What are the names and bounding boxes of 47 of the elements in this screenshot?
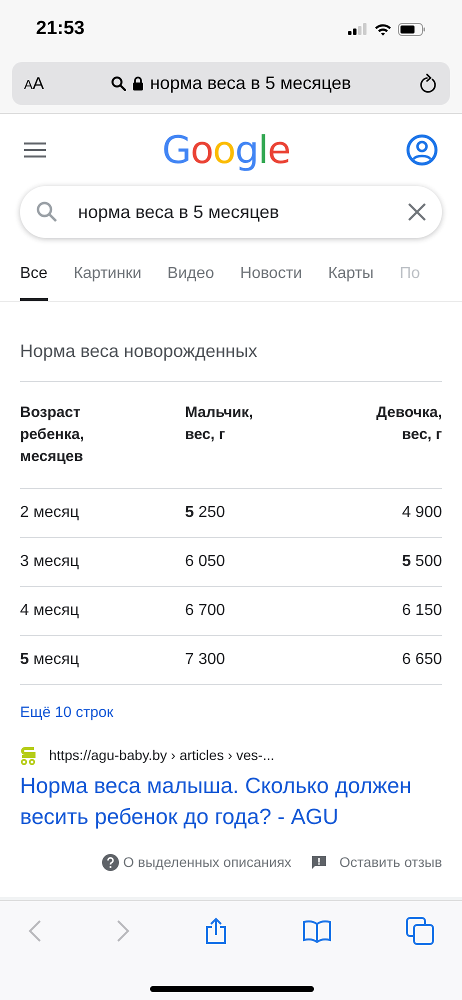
feedback-link[interactable]: Оставить отзыв: [339, 852, 442, 873]
table-cell-text: 6 650: [402, 650, 442, 670]
table-cell-text: 5 250: [185, 503, 226, 523]
snippet-title: Норма веса новорожденных: [20, 314, 442, 382]
table-cell-text: 4 900: [402, 503, 442, 523]
table-cell-text: 6 150: [402, 601, 442, 621]
share-icon[interactable]: [204, 917, 228, 945]
tabs-icon[interactable]: [406, 917, 434, 945]
reload-icon[interactable]: [418, 72, 438, 94]
result-url: https://agu-baby.by › articles › ves-...: [49, 746, 274, 765]
tab[interactable]: Картинки: [74, 250, 142, 301]
table-cell-text: 7 300: [185, 650, 226, 670]
status-time: 21:53: [36, 16, 85, 41]
account-icon[interactable]: [406, 134, 438, 166]
battery-icon: [398, 22, 426, 36]
book-icon[interactable]: [302, 919, 332, 943]
table-cell-text: 5 месяц: [20, 650, 80, 670]
table-cell-text: 2 месяц: [20, 503, 80, 523]
signal-icon: [348, 23, 368, 35]
search-field[interactable]: норма веса в 5 месяцев: [20, 186, 442, 238]
column-header: Возраст ребенка, месяцев: [20, 382, 185, 489]
tab[interactable]: Карты: [328, 250, 374, 301]
table-cell-text: 4 месяц: [20, 601, 80, 621]
more-rows-link[interactable]: Ещё 10 строк: [20, 704, 114, 721]
search-icon: [110, 76, 126, 91]
column-header: Мальчик, вес, г: [185, 382, 312, 489]
text-size-button[interactable]: AA: [24, 70, 44, 96]
result-title-link[interactable]: Норма веса малыша. Сколько должен весить ребенок до года? - AGU: [20, 770, 442, 832]
google-logo: Google: [162, 126, 290, 174]
help-icon: [102, 854, 120, 871]
column-header: Девочка, вес, г: [312, 382, 442, 489]
featured-snippets-link[interactable]: О выделенных описаниях: [123, 852, 292, 873]
wifi-icon: [374, 22, 392, 36]
table-cell-text: 6 700: [185, 601, 226, 621]
lock-icon: [132, 76, 144, 91]
table-cell-text: 6 050: [185, 552, 226, 572]
address-text: норма веса в 5 месяцев: [150, 72, 352, 95]
feedback-icon: [311, 854, 328, 870]
table-cell-text: 5 500: [402, 552, 442, 572]
site-logo-icon: [20, 746, 37, 765]
tab[interactable]: Видео: [167, 250, 214, 301]
address-bar[interactable]: AA норма веса в 5 месяцев: [12, 62, 450, 105]
tab[interactable]: Новости: [240, 250, 302, 301]
table-cell-text: 3 месяц: [20, 552, 80, 572]
close-icon[interactable]: [408, 203, 426, 221]
menu-icon[interactable]: [24, 142, 46, 158]
search-icon: [36, 201, 58, 223]
